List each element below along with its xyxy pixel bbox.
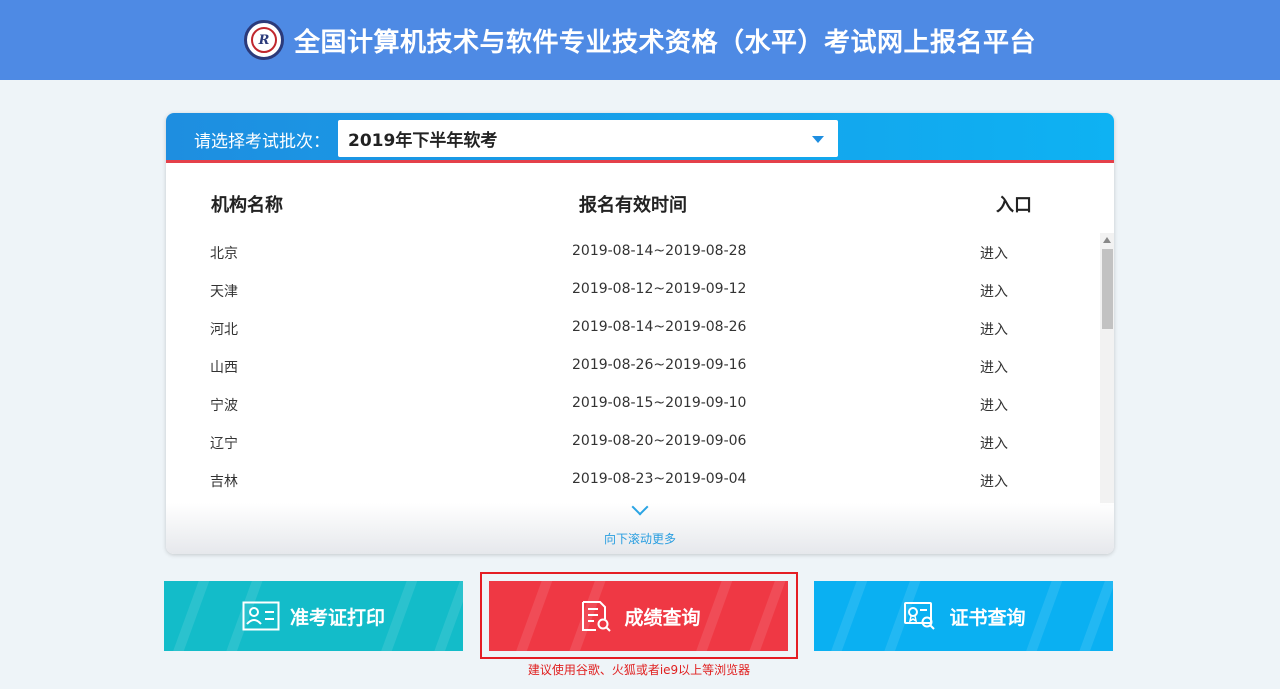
org-name: 河北	[210, 322, 238, 338]
browser-tip: 建议使用谷歌、火狐或者ie9以上等浏览器	[527, 663, 751, 677]
enter-link[interactable]: 进入	[980, 243, 1008, 263]
certificate-query-button[interactable]: 证书查询	[814, 581, 1113, 651]
score-query-highlight	[480, 572, 798, 659]
scroll-up-arrow-icon[interactable]	[1103, 237, 1111, 243]
scroll-thumb[interactable]	[1102, 249, 1113, 329]
valid-time: 2019-08-12~2019-09-12	[572, 281, 747, 297]
chevron-down-icon	[812, 136, 824, 143]
batch-selected-value: 2019年下半年软考	[348, 131, 498, 151]
exam-logo: R	[243, 20, 284, 60]
org-name: 天津	[210, 284, 238, 300]
batch-bar: 请选择考试批次： 2019年下半年软考	[166, 113, 1114, 163]
column-header-time: 报名有效时间	[579, 195, 687, 216]
table-row: 辽宁 2019-08-20~2019-09-06 进入	[166, 423, 1100, 461]
page-header: R 全国计算机技术与软件专业技术资格（水平）考试网上报名平台	[0, 0, 1280, 80]
table-row: 吉林 2019-08-23~2019-09-04 进入	[166, 461, 1100, 499]
table-row: 天津 2019-08-12~2019-09-12 进入	[166, 271, 1100, 309]
org-name: 吉林	[210, 474, 238, 490]
valid-time: 2019-08-14~2019-08-28	[572, 243, 747, 259]
valid-time: 2019-08-23~2019-09-04	[572, 471, 747, 487]
logo-emblem: R	[250, 27, 277, 53]
column-header-org: 机构名称	[211, 195, 283, 216]
list-scrollbar[interactable]	[1100, 233, 1114, 506]
registration-panel: 请选择考试批次： 2019年下半年软考 机构名称 报名有效时间 入口 北京 20…	[166, 113, 1114, 554]
table-row: 宁波 2019-08-15~2019-09-10 进入	[166, 385, 1100, 423]
org-name: 辽宁	[210, 436, 238, 452]
button-decoration	[1020, 581, 1113, 651]
batch-label: 请选择考试批次：	[194, 132, 330, 152]
enter-link[interactable]: 进入	[980, 433, 1008, 453]
admit-card-print-label: 准考证打印	[289, 606, 385, 629]
table-row: 北京 2019-08-14~2019-08-28 进入	[166, 233, 1100, 271]
table-row: 山西 2019-08-26~2019-09-16 进入	[166, 347, 1100, 385]
button-decoration	[375, 581, 463, 651]
org-name: 北京	[210, 246, 238, 262]
org-name: 山西	[210, 360, 238, 376]
certificate-query-label: 证书查询	[949, 606, 1026, 629]
valid-time: 2019-08-26~2019-09-16	[572, 357, 747, 373]
org-name: 宁波	[210, 398, 238, 414]
enter-link[interactable]: 进入	[980, 281, 1008, 301]
admit-card-print-button[interactable]: 准考证打印	[164, 581, 463, 651]
enter-link[interactable]: 进入	[980, 319, 1008, 339]
table-row: 河北 2019-08-14~2019-08-26 进入	[166, 309, 1100, 347]
scroll-more-hint: 向下滚动更多	[603, 532, 676, 546]
column-header-entry: 入口	[996, 195, 1032, 216]
enter-link[interactable]: 进入	[980, 395, 1008, 415]
enter-link[interactable]: 进入	[980, 357, 1008, 377]
valid-time: 2019-08-20~2019-09-06	[572, 433, 747, 449]
site-title: 全国计算机技术与软件专业技术资格（水平）考试网上报名平台	[293, 27, 1036, 58]
enter-link[interactable]: 进入	[980, 471, 1008, 491]
batch-select[interactable]: 2019年下半年软考	[338, 120, 838, 157]
org-list[interactable]: 北京 2019-08-14~2019-08-28 进入 天津 2019-08-1…	[166, 233, 1100, 503]
valid-time: 2019-08-15~2019-09-10	[572, 395, 747, 411]
valid-time: 2019-08-14~2019-08-26	[572, 319, 747, 335]
